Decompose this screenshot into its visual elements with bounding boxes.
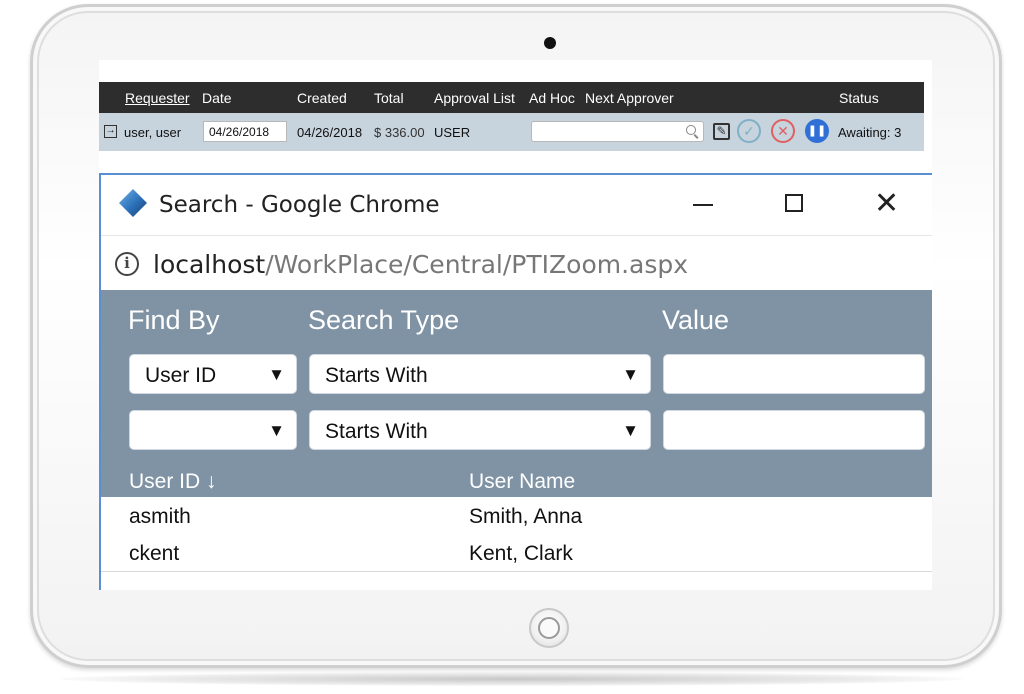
find-by-select-1[interactable]: User ID ▼ [129, 354, 297, 394]
next-approver-column-header: Next Approver [585, 90, 674, 106]
hold-pause-icon[interactable]: ❚❚ [805, 119, 829, 143]
total-cell: $ 336.00 [374, 125, 425, 140]
user-id-cell: ckent [129, 542, 180, 565]
chevron-down-icon: ▼ [622, 421, 639, 440]
approval-grid-row: → user, user 04/26/2018 04/26/2018 $ 336… [99, 113, 924, 151]
find-by-select-2[interactable]: ▼ [129, 410, 297, 450]
value-input-1[interactable] [663, 354, 925, 394]
user-id-column-header[interactable]: User ID ↓ [129, 470, 217, 494]
home-button[interactable] [529, 608, 569, 648]
total-column-header: Total [374, 90, 404, 106]
requester-column-header[interactable]: Requester [125, 90, 190, 106]
approval-grid-header: Requester Date Created Total Approval Li… [99, 82, 924, 113]
maximize-button[interactable] [785, 194, 803, 212]
search-type-select-1-value: Starts With [325, 364, 428, 387]
address-bar[interactable]: i localhost/WorkPlace/Central/PTIZoom.as… [101, 235, 932, 291]
search-type-select-2-value: Starts With [325, 420, 428, 443]
url-path: /WorkPlace/Central/PTIZoom.aspx [265, 250, 689, 279]
find-by-label: Find By [128, 305, 220, 335]
url-host: localhost [153, 250, 266, 279]
minimize-button[interactable] [693, 204, 713, 206]
close-button[interactable]: ✕ [874, 189, 899, 219]
url-text: localhost/WorkPlace/Central/PTIZoom.aspx [153, 250, 688, 279]
search-icon[interactable] [686, 125, 696, 135]
status-cell: Awaiting: 3 [838, 125, 902, 140]
value-input-2[interactable] [663, 410, 925, 450]
date-column-header: Date [202, 90, 232, 106]
search-panel: Find By Search Type Value User ID ▼ Star… [101, 290, 932, 497]
reject-x-icon[interactable]: ✕ [771, 119, 795, 143]
edit-icon[interactable]: ✎ [713, 123, 730, 140]
approve-check-icon[interactable]: ✓ [737, 119, 761, 143]
chevron-down-icon: ▼ [622, 365, 639, 384]
chevron-down-icon: ▼ [268, 365, 285, 384]
approval-list-cell: USER [434, 125, 471, 140]
value-label: Value [662, 305, 730, 335]
search-type-label: Search Type [308, 305, 460, 335]
date-input[interactable]: 04/26/2018 [203, 121, 287, 142]
ad-hoc-column-header: Ad Hoc [529, 90, 575, 106]
find-by-select-1-value: User ID [145, 364, 217, 387]
approval-list-column-header: Approval List [434, 90, 515, 106]
home-button-ring [538, 617, 560, 639]
status-column-header: Status [839, 90, 879, 106]
chevron-down-icon: ▼ [268, 421, 285, 440]
table-row[interactable]: asmith Smith, Anna [101, 497, 932, 535]
tablet-shadow [60, 672, 964, 686]
user-id-cell: asmith [129, 505, 191, 528]
created-column-header: Created [297, 90, 347, 106]
search-type-select-2[interactable]: Starts With ▼ [309, 410, 651, 450]
table-row[interactable]: ckent Kent, Clark [101, 534, 932, 572]
ad-hoc-approver-search-input[interactable] [531, 121, 704, 142]
search-popup-window: Search - Google Chrome ✕ i localhost/Wor… [99, 173, 932, 590]
user-name-cell: Smith, Anna [469, 505, 583, 528]
camera-dot [544, 37, 556, 49]
created-cell: 04/26/2018 [297, 125, 363, 140]
requester-cell: user, user [124, 125, 182, 140]
open-record-icon[interactable]: → [104, 125, 117, 138]
user-name-column-header[interactable]: User Name [469, 470, 575, 494]
info-icon[interactable]: i [115, 252, 139, 276]
window-titlebar[interactable]: Search - Google Chrome ✕ [101, 175, 932, 235]
app-logo-icon [119, 189, 147, 217]
window-title: Search - Google Chrome [159, 192, 440, 218]
search-type-select-1[interactable]: Starts With ▼ [309, 354, 651, 394]
user-name-cell: Kent, Clark [469, 542, 573, 565]
tablet-screen: Requester Date Created Total Approval Li… [99, 60, 932, 590]
